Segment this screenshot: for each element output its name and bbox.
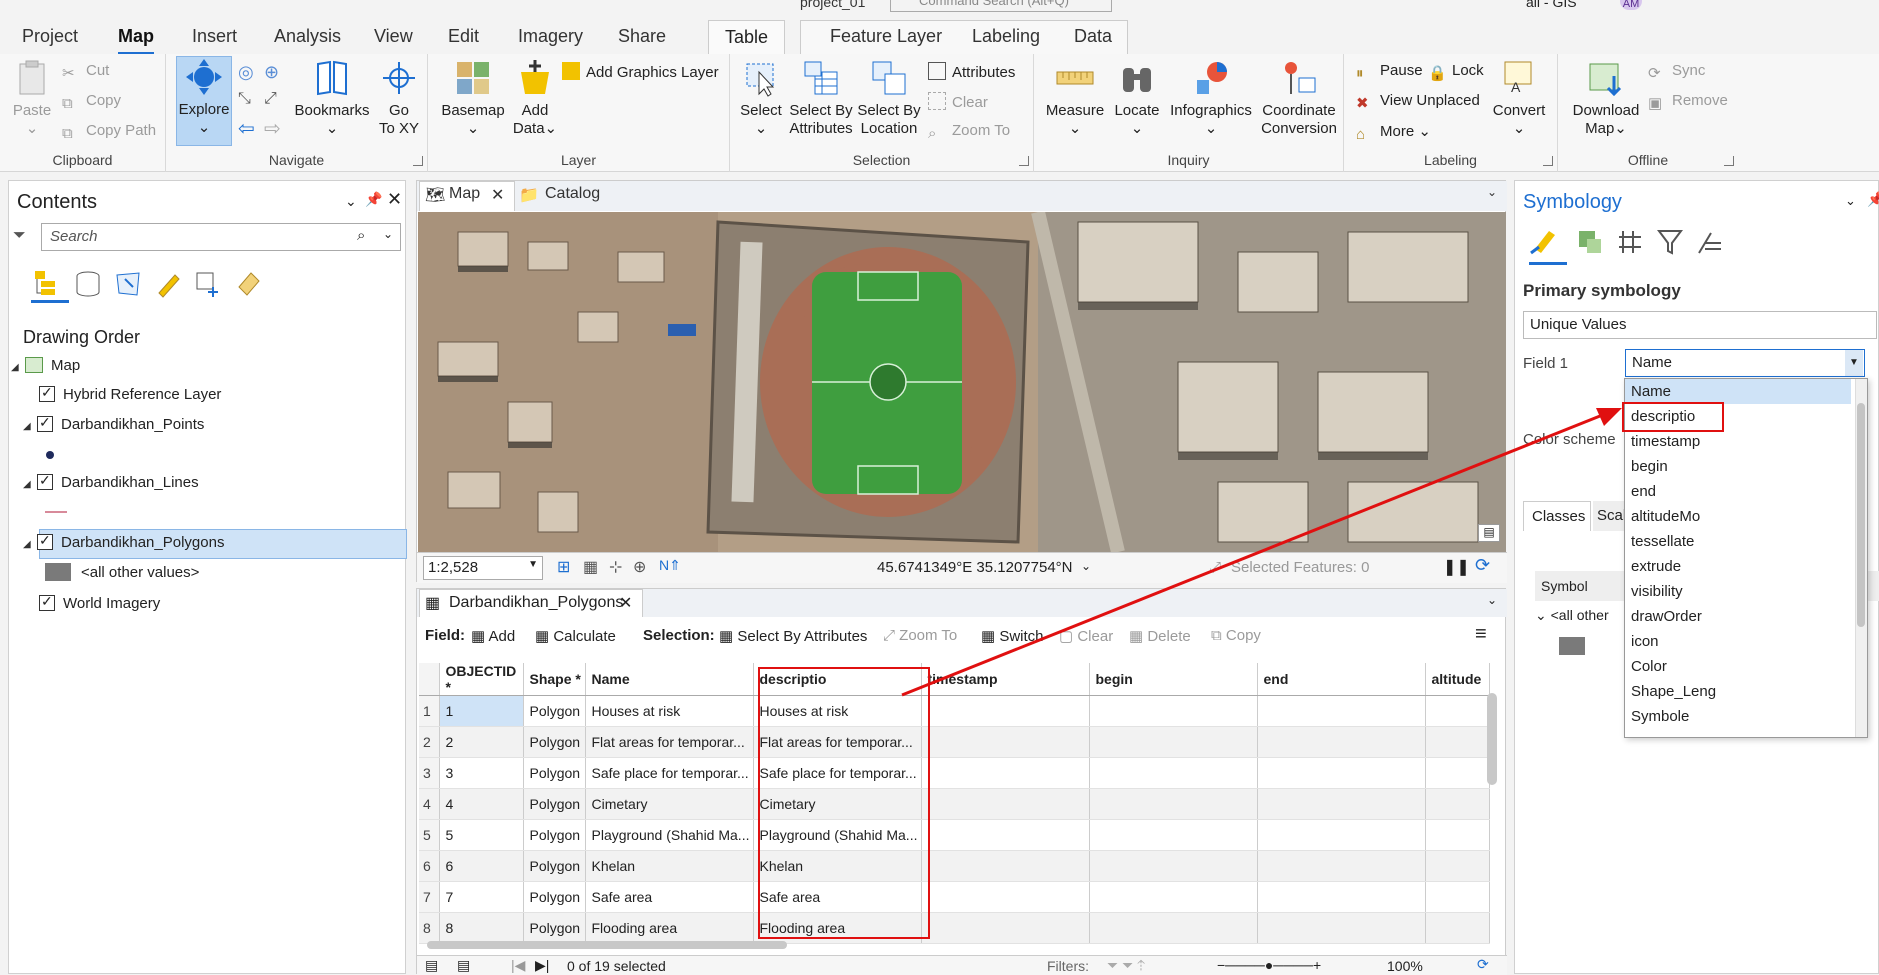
annotation-arrow [901, 408, 1622, 697]
